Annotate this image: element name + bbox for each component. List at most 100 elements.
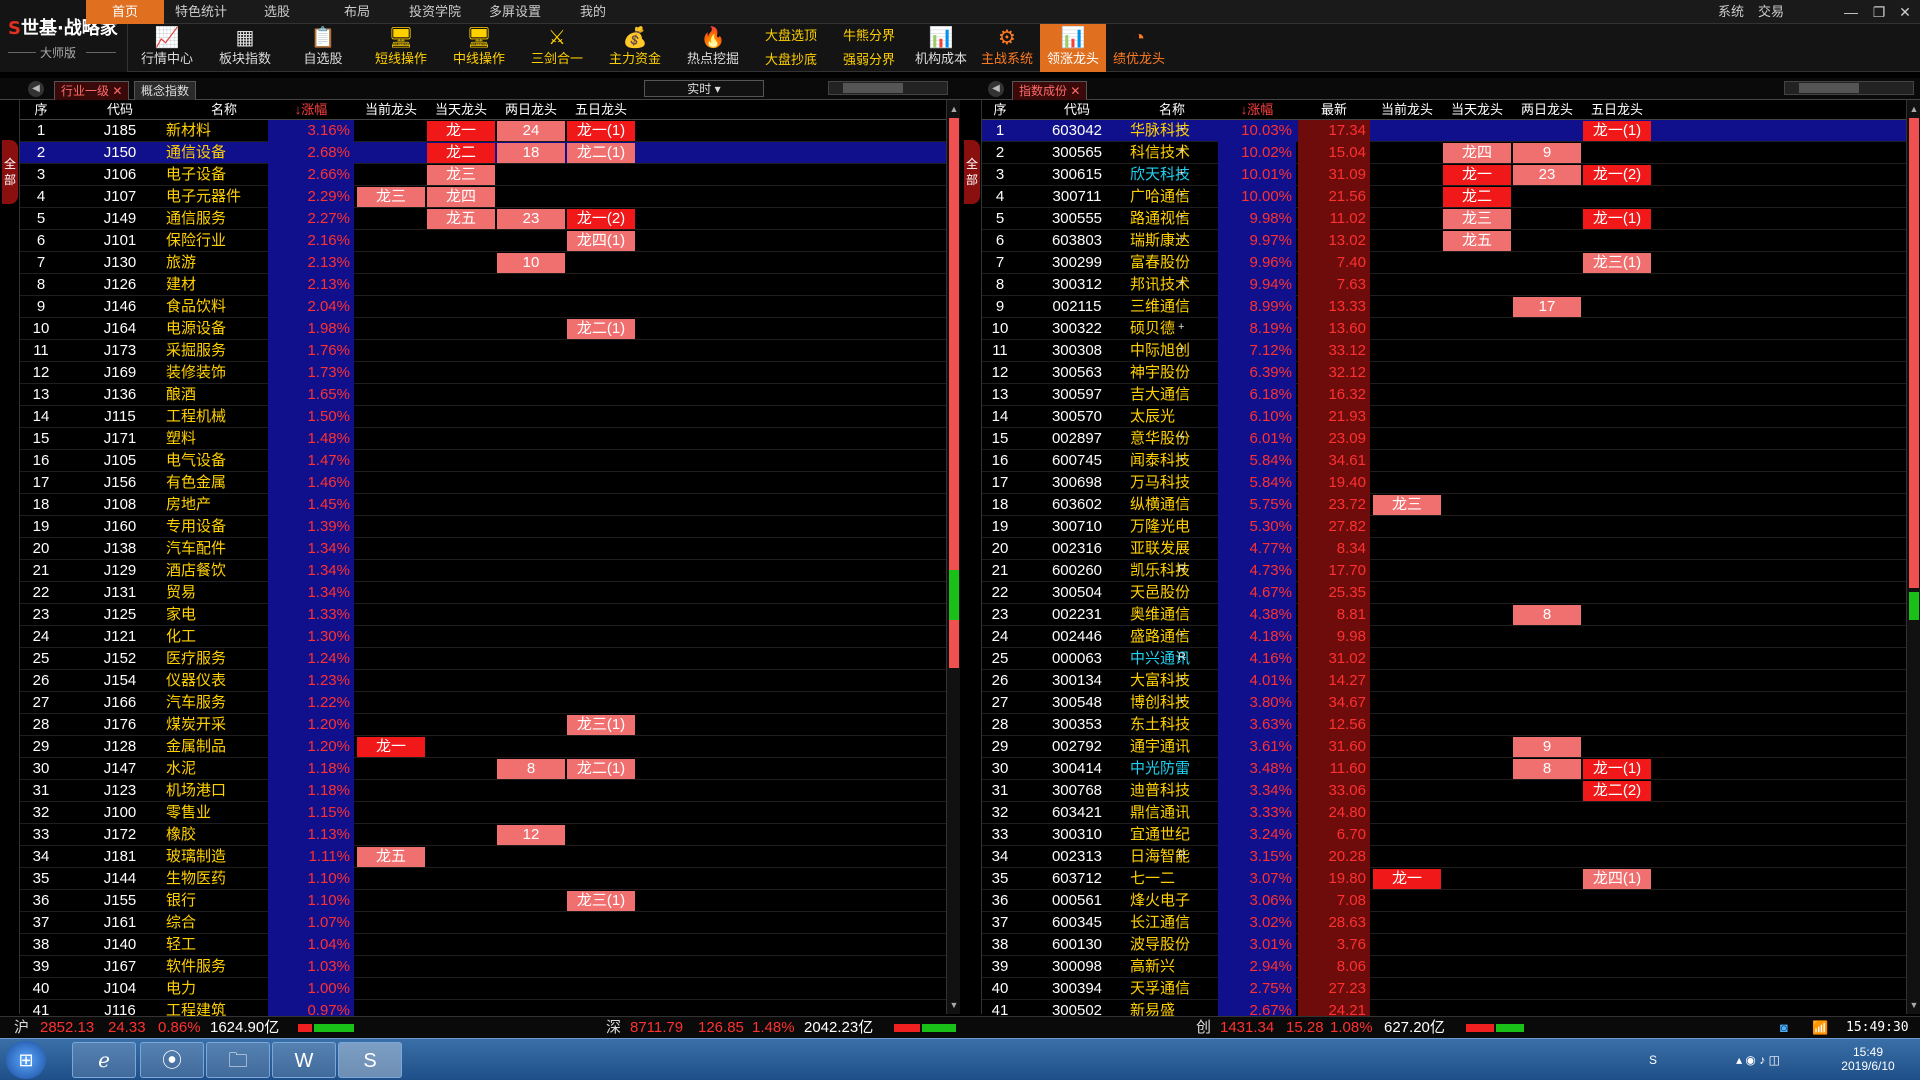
column-header[interactable]: 当天龙头	[427, 100, 495, 120]
table-row[interactable]: 18 J108 房地产 1.45%	[20, 494, 946, 516]
table-row[interactable]: 37 J161 综合 1.07%	[20, 912, 946, 934]
table-row[interactable]: 19 300710 万隆光电 5.30% 27.82	[982, 516, 1906, 538]
toolbar-button-0[interactable]: 📈 行情中心	[128, 24, 206, 72]
column-header[interactable]: 最新	[1298, 100, 1370, 120]
table-row[interactable]: 23 002231 奥维通信 4.38% 8.81 8	[982, 604, 1906, 626]
table-row[interactable]: 13 300597 吉大通信 6.18% 16.32	[982, 384, 1906, 406]
table-row[interactable]: 3 J106 电子设备 2.66% 龙三	[20, 164, 946, 186]
minimize-icon[interactable]: —	[1840, 2, 1862, 22]
table-row[interactable]: 29 J128 金属制品 1.20% 龙一	[20, 736, 946, 758]
table-row[interactable]: 2 300565 科信技术 10.02% 15.04 龙四 9 +	[982, 142, 1906, 164]
toolbar-button-6[interactable]: 💰 主力资金	[596, 24, 674, 72]
table-row[interactable]: 35 603712 七一二 3.07% 19.80 龙一 龙四(1)	[982, 868, 1906, 890]
right-vertical-scrollbar[interactable]: ▲ ▼	[1906, 100, 1920, 1014]
table-row[interactable]: 40 300394 天孚通信 2.75% 27.23	[982, 978, 1906, 1000]
table-row[interactable]: 4 300711 广哈通信 10.00% 21.56 龙二 +	[982, 186, 1906, 208]
table-row[interactable]: 10 300322 硕贝德 8.19% 13.60 +	[982, 318, 1906, 340]
toolbar-button-4[interactable]: 🖥 中线操作	[440, 24, 518, 72]
tab-index-constituents[interactable]: 指数成份 ✕	[1012, 81, 1088, 100]
table-row[interactable]: 31 300768 迪普科技 3.34% 33.06 龙二(2)	[982, 780, 1906, 802]
tray-clock[interactable]: 15:49 2019/6/10	[1820, 1039, 1916, 1080]
alert-icon[interactable]: ◙	[1780, 1017, 1788, 1039]
table-row[interactable]: 22 300504 天邑股份 4.67% 25.35	[982, 582, 1906, 604]
tab-prev-icon[interactable]: ◀	[28, 81, 44, 97]
table-row[interactable]: 25 J152 医疗服务 1.24%	[20, 648, 946, 670]
table-row[interactable]: 2 J150 通信设备 2.68% 龙二 18 龙二(1)	[20, 142, 946, 164]
table-row[interactable]: 21 600260 凯乐科技 4.73% 17.70 R	[982, 560, 1906, 582]
stock-app-taskbar-icon[interactable]: S	[338, 1042, 402, 1078]
table-row[interactable]: 5 J149 通信服务 2.27% 龙五 23 龙一(2)	[20, 208, 946, 230]
table-row[interactable]: 39 J167 软件服务 1.03%	[20, 956, 946, 978]
menu-0[interactable]: 首页	[86, 0, 164, 24]
table-row[interactable]: 19 J160 专用设备 1.39%	[20, 516, 946, 538]
table-row[interactable]: 28 300353 东土科技 3.63% 12.56	[982, 714, 1906, 736]
toolbar2-button-2[interactable]: 📊 领涨龙头	[1040, 24, 1106, 72]
table-row[interactable]: 23 J125 家电 1.33%	[20, 604, 946, 626]
table-row[interactable]: 24 J121 化工 1.30%	[20, 626, 946, 648]
table-row[interactable]: 10 J164 电源设备 1.98% 龙二(1)	[20, 318, 946, 340]
toolbar2-button-0[interactable]: 📊 机构成本	[908, 24, 974, 72]
toolbar-button-2[interactable]: 📋 自选股	[284, 24, 362, 72]
table-row[interactable]: 12 300563 神宇股份 6.39% 32.12	[982, 362, 1906, 384]
column-header[interactable]: 五日龙头	[567, 100, 635, 120]
table-row[interactable]: 36 J155 银行 1.10% 龙三(1)	[20, 890, 946, 912]
tray-icons[interactable]: ▴ ◉ ♪ ◫	[1710, 1039, 1806, 1080]
scroll-down-icon[interactable]: ▼	[1907, 998, 1920, 1012]
table-row[interactable]: 34 J181 玻璃制造 1.11% 龙五	[20, 846, 946, 868]
column-header[interactable]: 当天龙头	[1443, 100, 1511, 120]
toolbar-pair-button[interactable]: 强弱分界	[830, 48, 908, 72]
menu-1[interactable]: 特色统计	[162, 0, 240, 24]
table-row[interactable]: 35 J144 生物医药 1.10%	[20, 868, 946, 890]
toolbar-button-1[interactable]: ▦ 板块指数	[206, 24, 284, 72]
table-row[interactable]: 32 J100 零售业 1.15%	[20, 802, 946, 824]
column-header[interactable]: 名称	[1126, 100, 1218, 120]
tab-industry-level1[interactable]: 行业一级 ✕	[54, 81, 130, 100]
table-row[interactable]: 26 300134 大富科技 4.01% 14.27 +	[982, 670, 1906, 692]
table-row[interactable]: 24 002446 盛路通信 4.18% 9.98 +	[982, 626, 1906, 648]
table-row[interactable]: 6 603803 瑞斯康达 9.97% 13.02 龙五 +	[982, 230, 1906, 252]
toolbar-pair-button[interactable]: 牛熊分界	[830, 24, 908, 48]
column-header[interactable]: ↓涨幅	[1218, 100, 1296, 120]
table-row[interactable]: 8 300312 邦讯技术 9.94% 7.63 +	[982, 274, 1906, 296]
app-green-icon[interactable]: ⦿	[140, 1042, 204, 1078]
menu-6[interactable]: 我的	[554, 0, 632, 24]
close-icon[interactable]: ✕	[1894, 2, 1916, 22]
table-row[interactable]: 25 000063 中兴通讯 4.16% 31.02 R	[982, 648, 1906, 670]
column-header[interactable]: 两日龙头	[497, 100, 565, 120]
table-row[interactable]: 33 300310 宜通世纪 3.24% 6.70	[982, 824, 1906, 846]
column-header[interactable]: 五日龙头	[1583, 100, 1651, 120]
table-row[interactable]: 17 300698 万马科技 5.84% 19.40	[982, 472, 1906, 494]
table-row[interactable]: 9 002115 三维通信 8.99% 13.33 17	[982, 296, 1906, 318]
menu-5[interactable]: 多屏设置	[476, 0, 554, 24]
table-row[interactable]: 30 300414 中光防雷 3.48% 11.60 8 龙一(1)	[982, 758, 1906, 780]
start-button-icon[interactable]: ⊞	[6, 1041, 46, 1079]
toolbar-button-7[interactable]: 🔥 热点挖掘	[674, 24, 752, 72]
table-row[interactable]: 1 J185 新材料 3.16% 龙一 24 龙一(1)	[20, 120, 946, 142]
table-row[interactable]: 40 J104 电力 1.00%	[20, 978, 946, 1000]
period-dropdown[interactable]: 实时 ▾	[644, 80, 764, 97]
column-header[interactable]: 当前龙头	[1373, 100, 1441, 120]
table-row[interactable]: 27 300548 博创科技 3.80% 34.67 +	[982, 692, 1906, 714]
scroll-down-icon[interactable]: ▼	[947, 998, 961, 1012]
table-row[interactable]: 14 300570 太辰光 6.10% 21.93	[982, 406, 1906, 428]
table-row[interactable]: 38 600130 波导股份 3.01% 3.76	[982, 934, 1906, 956]
column-header[interactable]: 序	[20, 100, 62, 120]
sys-menu-0[interactable]: 系统	[1718, 0, 1744, 24]
table-row[interactable]: 34 002313 日海智能 3.15% 20.28 R	[982, 846, 1906, 868]
table-row[interactable]: 11 J173 采掘服务 1.76%	[20, 340, 946, 362]
toolbar-button-5[interactable]: ⚔ 三剑合一	[518, 24, 596, 72]
menu-4[interactable]: 投资学院	[396, 0, 474, 24]
table-row[interactable]: 11 300308 中际旭创 7.12% 33.12 +	[982, 340, 1906, 362]
table-row[interactable]: 7 J130 旅游 2.13% 10	[20, 252, 946, 274]
scroll-up-icon[interactable]: ▲	[1907, 102, 1920, 116]
table-row[interactable]: 36 000561 烽火电子 3.06% 7.08	[982, 890, 1906, 912]
tray-s-icon[interactable]: S	[1642, 1039, 1664, 1080]
table-row[interactable]: 37 600345 长江通信 3.02% 28.63	[982, 912, 1906, 934]
table-row[interactable]: 22 J131 贸易 1.34%	[20, 582, 946, 604]
menu-3[interactable]: 布局	[318, 0, 396, 24]
table-row[interactable]: 21 J129 酒店餐饮 1.34%	[20, 560, 946, 582]
table-row[interactable]: 5 300555 路通视信 9.98% 11.02 龙三 龙一(1) +	[982, 208, 1906, 230]
table-row[interactable]: 15 002897 意华股份 6.01% 23.09 +	[982, 428, 1906, 450]
table-row[interactable]: 33 J172 橡胶 1.13% 12	[20, 824, 946, 846]
signal-icon[interactable]: 📶	[1812, 1017, 1828, 1039]
